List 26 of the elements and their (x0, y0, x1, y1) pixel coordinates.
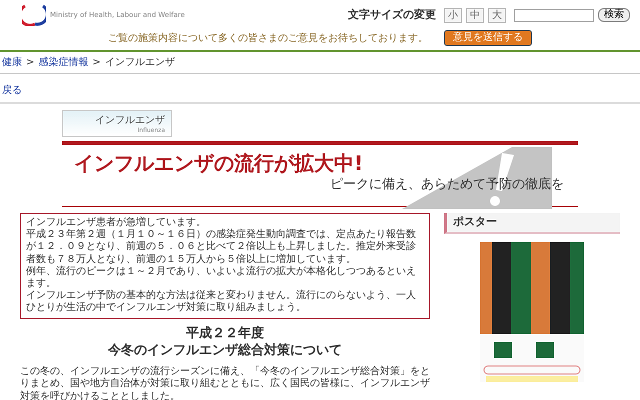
notice-paragraph: インフルエンザ予防の基本的な方法は従来と変わりません。流行にのらないよう、一人ひとりが生活の中でインフルエンザ対策に取り組みましょう。 (26, 290, 417, 314)
section-title: インフルエンザ (94, 114, 165, 128)
breadcrumb-separator: > (92, 56, 101, 70)
font-size-button[interactable]: 中 (466, 8, 484, 22)
search-field[interactable] (514, 8, 594, 22)
banner-headline: インフルエンザの流行が拡大中! (73, 150, 364, 175)
font-size-button[interactable]: 大 (488, 8, 506, 22)
breadcrumb-link[interactable]: 感染症情報 (38, 55, 88, 70)
logo-icon[interactable] (22, 4, 46, 26)
font-size-button[interactable]: 小 (444, 8, 462, 22)
breadcrumb-separator: > (26, 56, 34, 70)
font-size-label: 文字サイズの変更 (348, 6, 436, 23)
intro-paragraph: この冬の、インフルエンザの流行シーズンに備え、「今冬のインフルエンザ総合対策」をとりまとめ、国や地方自治体が対策に取り組むとともに、広く国民の皆様に、インフルエンザ対策を呼びかけることとしました。 (20, 366, 430, 400)
sidebar-title: ポスター (444, 213, 620, 234)
feedback-message: ご覧の施策内容について多くの皆さまのご意見をお待ちしております。 (108, 32, 428, 46)
section-heading: 平成２２年度 (185, 324, 265, 342)
back-link[interactable]: 戻る (2, 85, 22, 96)
poster-drawing[interactable] (480, 242, 584, 382)
breadcrumb-link[interactable]: 健康 (2, 55, 22, 70)
notice-paragraph: 例年、流行のピークは１～２月であり、いよいよ流行の拡大が本格化しつつあるといえます。 (26, 266, 417, 290)
breadcrumb-current: インフルエンザ (104, 56, 175, 70)
notice-paragraph: インフルエンザ患者が急増しています。 (26, 217, 207, 228)
section-heading: 今冬のインフルエンザ総合対策について (106, 342, 343, 360)
banner-subline: ピークに備え、あらためて予防の徹底を (329, 176, 565, 194)
search-button[interactable]: 検索 (598, 8, 630, 22)
notice-paragraph: 平成２３年第２週（１月１０～１６日）の感染症発生動向調査では、定点あたり報告数が１２．０９となり、前週の５．０６と比べて２倍以上も上昇しました。推定外来受診者数も７８万人となり、前週の１５万人から５倍以上に増加しています。 (26, 229, 417, 266)
